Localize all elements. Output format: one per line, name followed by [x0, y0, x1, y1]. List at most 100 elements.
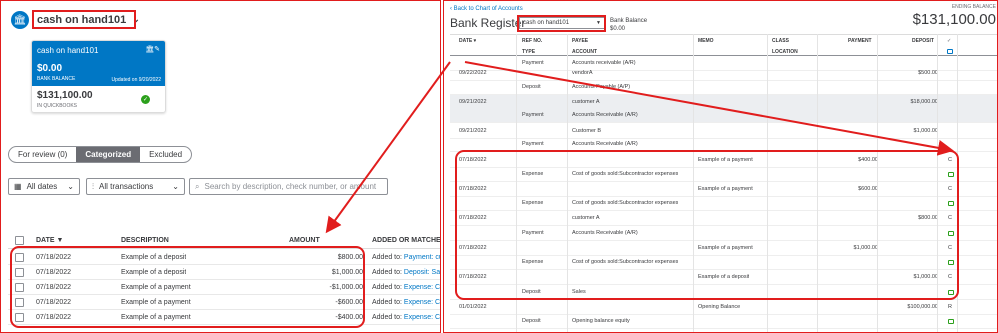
table-row[interactable]: 07/18/2022 Example of a deposit $800.00 Add… [8, 250, 441, 265]
row-match-link[interactable]: Deposit: Sales [404, 269, 441, 276]
reg-account: Accounts Receivable (A/R) [572, 141, 638, 147]
tab-categorized[interactable]: Categorized [76, 147, 141, 162]
row-amount: -$600.00 [335, 298, 363, 306]
card-account-name: cash on hand101 [37, 46, 99, 55]
row-checkbox[interactable] [15, 282, 24, 292]
reg-deposit [882, 167, 938, 181]
row-match-link[interactable]: Payment: customer A [404, 254, 441, 261]
reg-account: Cost of goods sold:Subcontractor expense… [572, 200, 679, 206]
register-row[interactable]: Deposit Sales [450, 285, 998, 300]
register-row[interactable]: 07/18/2022 Example of a payment $1,000.00 C [450, 241, 998, 256]
reg-date: 09/21/2022 [459, 128, 487, 134]
reg-deposit: $1,000.00 [913, 128, 938, 134]
banking-panel: 🏛 cash on hand101 ⌄ cash on hand101 🏛✎ $… [0, 0, 441, 333]
row-date: 07/18/2022 [36, 313, 72, 321]
reg-deposit: $100,000.00 [907, 304, 938, 310]
select-all-checkbox[interactable] [15, 236, 24, 245]
reg-payment [822, 314, 878, 328]
row-match-link[interactable]: Expense: Cost of goods sold [404, 284, 441, 291]
reg-payment [822, 137, 878, 151]
ending-balance-label: ENDING BALANCE [951, 4, 996, 10]
reg-type: Expense [522, 259, 544, 265]
attachment-icon[interactable] [948, 167, 954, 181]
card-qb-label: IN QUICKBOOKS [37, 103, 78, 109]
attachment-icon[interactable] [948, 255, 954, 269]
header-payment: PAYMENT [848, 37, 872, 44]
reg-account: Cost of goods sold:Subcontractor expense… [572, 259, 679, 265]
row-description: Example of a payment [121, 283, 191, 291]
screenshot-root: 🏛 cash on hand101 ⌄ cash on hand101 🏛✎ $… [0, 0, 998, 333]
attachment-icon[interactable] [948, 285, 954, 299]
table-row[interactable]: 07/18/2022 Example of a payment -$600.00 Ad… [8, 295, 441, 310]
row-added: Added to: Expense: Cost of goods sold [372, 295, 441, 309]
register-row[interactable]: Payment Accounts Receivable (A/R) [450, 137, 998, 152]
register-row[interactable]: Expense Cost of goods sold:Subcontractor … [450, 196, 998, 211]
dates-filter[interactable]: ▦ All dates ⌄ [8, 178, 80, 195]
register-row[interactable]: 07/18/2022 Example of a deposit $1,000.00 C [450, 270, 998, 285]
header-amount[interactable]: AMOUNT [289, 233, 320, 248]
register-row[interactable]: Expense Cost of goods sold:Subcontractor … [450, 255, 998, 270]
register-row[interactable]: 07/18/2022 customer A $800.00 C [450, 211, 998, 226]
row-checkbox[interactable] [15, 267, 24, 277]
reg-deposit [882, 314, 938, 328]
register-row[interactable]: Deposit Opening balance equity [450, 314, 998, 329]
row-date: 07/18/2022 [36, 283, 72, 291]
register-row[interactable]: 01/01/2022 Opening Balance $100,000.00 R [450, 300, 998, 315]
reg-date: 07/18/2022 [459, 245, 487, 251]
reg-account: Accounts Payable (A/P) [572, 84, 631, 90]
header-added-matched[interactable]: ADDED OR MATCHED [372, 233, 441, 248]
register-account-select[interactable]: cash on hand101 ▼ [519, 17, 605, 29]
register-row[interactable]: 09/22/2022 vendorA $500.00 [450, 66, 998, 81]
col-divider [817, 34, 818, 333]
account-card[interactable]: cash on hand101 🏛✎ $0.00 BANK BALANCE Up… [31, 40, 166, 113]
reg-memo: Example of a deposit [698, 274, 750, 280]
table-row[interactable]: 07/18/2022 Example of a deposit $1,000.00 A… [8, 265, 441, 280]
reg-type: Payment [522, 230, 544, 236]
register-row[interactable]: Deposit Accounts Payable (A/P) [450, 80, 998, 95]
header-date[interactable]: DATE ▾ [459, 35, 476, 46]
reg-date: 09/22/2022 [459, 70, 487, 76]
register-row[interactable]: Expense Cost of goods sold:Subcontractor … [450, 167, 998, 182]
reg-type: Deposit [522, 84, 541, 90]
tab-for-review[interactable]: For review (0) [9, 147, 76, 162]
back-link[interactable]: ‹ Back to Chart of Accounts [450, 6, 523, 12]
col-divider [693, 34, 694, 333]
attachment-icon[interactable] [948, 196, 954, 210]
row-added: Added to: Expense: Cost of goods sold [372, 310, 441, 324]
reg-type: Payment [522, 141, 544, 147]
account-selector[interactable]: cash on hand101 ⌄ [33, 10, 144, 29]
bank-register-panel: ‹ Back to Chart of Accounts Bank Registe… [447, 0, 998, 333]
transactions-filter[interactable]: ⫶ All transactions ⌄ [86, 178, 185, 195]
bank-edit-icon[interactable]: 🏛✎ [145, 45, 160, 53]
reg-payee: Customer B [572, 128, 602, 134]
col-divider [877, 34, 878, 333]
row-checkbox[interactable] [15, 297, 24, 307]
register-row[interactable]: 07/18/2022 Example of a payment $600.00 C [450, 182, 998, 197]
reg-payment [822, 255, 878, 269]
reg-account: Cost of goods sold:Subcontractor expense… [572, 171, 679, 177]
reg-memo: Opening Balance [698, 304, 741, 310]
table-row[interactable]: 07/18/2022 Example of a payment -$400.00 Ad… [8, 310, 441, 325]
row-match-link[interactable]: Expense: Cost of goods sold [404, 299, 441, 306]
row-match-link[interactable]: Expense: Cost of goods sold [404, 314, 441, 321]
tab-excluded[interactable]: Excluded [140, 147, 191, 162]
table-row[interactable]: 07/18/2022 Example of a payment -$1,000.00… [8, 280, 441, 295]
reg-date: 07/18/2022 [459, 186, 487, 192]
ending-balance: $131,100.00 [912, 11, 996, 28]
row-checkbox[interactable] [15, 252, 24, 262]
reg-deposit [882, 137, 938, 151]
header-date[interactable]: DATE ▼ [36, 233, 63, 248]
reg-type: Expense [522, 200, 544, 206]
row-checkbox[interactable] [15, 312, 24, 322]
header-ref: REF NO. [522, 37, 543, 44]
attachment-icon[interactable] [948, 314, 954, 328]
register-row[interactable]: Payment Accounts Receivable (A/R) [450, 226, 998, 241]
attachment-icon[interactable] [948, 226, 954, 240]
reg-payment [822, 285, 878, 299]
row-date: 07/18/2022 [36, 268, 72, 276]
reg-deposit [882, 80, 938, 94]
register-row[interactable]: 07/18/2022 Example of a payment $400.00 C [450, 153, 998, 168]
search-input[interactable]: ⌕ Search by description, check number, o… [189, 178, 388, 195]
register-row[interactable]: Payment Accounts Receivable (A/R) [450, 108, 998, 123]
header-description[interactable]: DESCRIPTION [121, 233, 169, 248]
